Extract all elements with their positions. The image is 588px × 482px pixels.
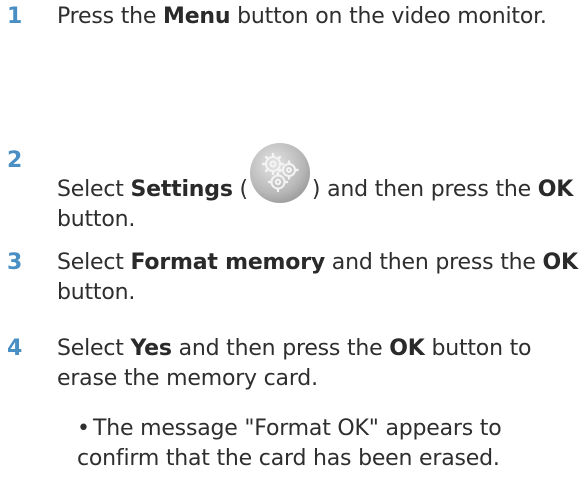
step-number: 1 — [7, 4, 23, 29]
step-text-part: Select — [57, 336, 131, 361]
step-number: 4 — [7, 336, 23, 361]
step-text-part: Select — [57, 250, 131, 275]
menu-button-label: Menu — [163, 4, 231, 29]
step-text-part: button on the video monitor. — [230, 4, 547, 29]
ok-button-label: OK — [389, 336, 425, 361]
step-text-part: and then press the — [171, 336, 390, 361]
bullet-icon: • — [77, 416, 90, 441]
step-number: 3 — [7, 250, 23, 275]
step-text: Select Yes and then press the OK button … — [57, 334, 587, 394]
step-text-part: ) and then press the — [311, 177, 538, 202]
step-number: 2 — [7, 148, 23, 173]
ok-button-label: OK — [542, 250, 579, 275]
step-text-part: button. — [57, 280, 136, 305]
step-4-bullet: • The message "Format OK" appears to conf… — [77, 414, 582, 474]
step-text-part: Select — [57, 177, 131, 202]
settings-label: Settings — [130, 177, 233, 202]
step-text-part: and then press the — [325, 250, 543, 275]
ok-button-label: OK — [537, 177, 574, 202]
step-text-part: Press the — [57, 4, 163, 29]
step-text-part: ( — [232, 177, 249, 202]
step-text: Select Format memory and then press the … — [57, 248, 587, 308]
format-memory-label: Format memory — [130, 250, 325, 275]
settings-gears-icon — [249, 142, 311, 204]
step-text: Select Settings () and then press the O… — [57, 142, 587, 235]
bullet-text: The message "Format OK" appears to confi… — [77, 416, 502, 471]
step-text: Press the Menu button on the video monit… — [57, 2, 587, 32]
step-text-part: button. — [57, 207, 136, 232]
yes-option-label: Yes — [130, 336, 172, 361]
